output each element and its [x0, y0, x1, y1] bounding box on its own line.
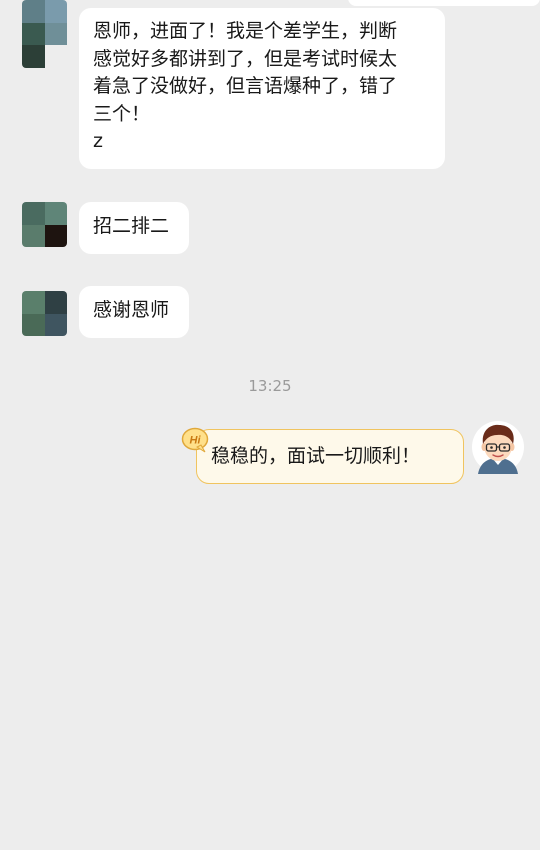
- sent-message-bubble[interactable]: 稳稳的，面试一切顺利！: [196, 429, 464, 484]
- message-text: 稳稳的，面试一切顺利！: [211, 445, 421, 467]
- message-text: 招二排二: [93, 215, 170, 237]
- my-avatar[interactable]: [471, 420, 525, 474]
- contact-avatar[interactable]: [22, 291, 67, 336]
- message-timestamp: 13:25: [248, 377, 292, 395]
- hi-badge-label: Hi: [190, 435, 202, 447]
- hi-badge-icon: Hi: [181, 427, 209, 453]
- message-text: 感谢恩师: [93, 299, 170, 321]
- received-message-bubble[interactable]: 恩师，进面了！我是个差学生，判断 感觉好多都讲到了，但是考试时候太 着急了没做好…: [79, 8, 445, 169]
- received-message-bubble[interactable]: 招二排二: [79, 202, 189, 254]
- message-text: 恩师，进面了！我是个差学生，判断 感觉好多都讲到了，但是考试时候太 着急了没做好…: [93, 20, 398, 152]
- previous-message-bubble-edge: [348, 0, 540, 6]
- contact-avatar[interactable]: [22, 202, 67, 247]
- contact-avatar[interactable]: [22, 0, 67, 68]
- received-message-bubble[interactable]: 感谢恩师: [79, 286, 189, 338]
